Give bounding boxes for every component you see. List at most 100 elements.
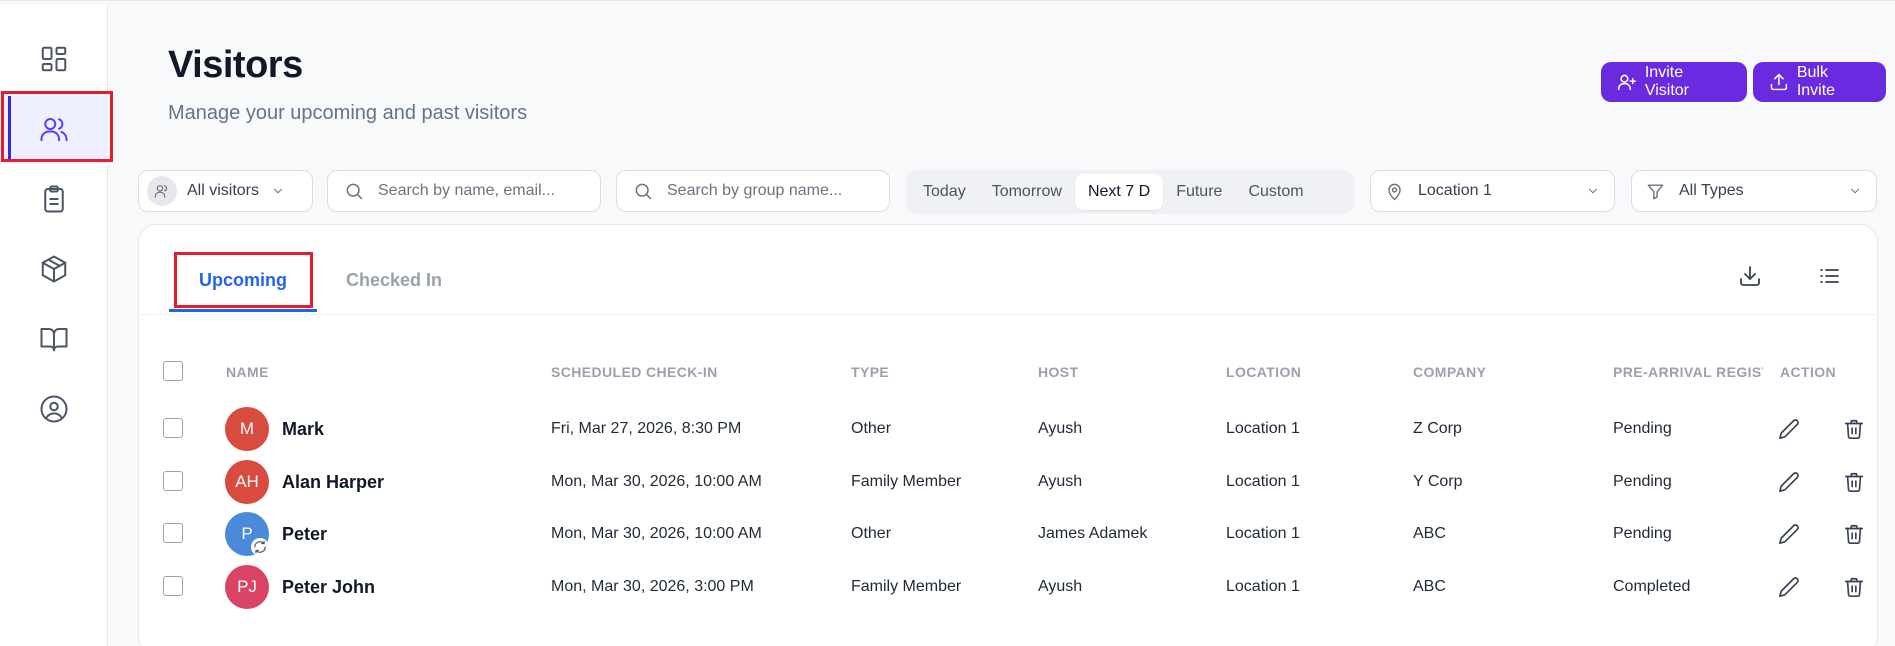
edit-button[interactable] [1776, 574, 1802, 600]
tab-divider [138, 314, 1878, 315]
row-checkbox[interactable] [163, 523, 183, 543]
edit-button[interactable] [1776, 521, 1802, 547]
user-circle-icon [40, 395, 68, 423]
scheduled-checkin: Mon, Mar 30, 2026, 3:00 PM [551, 578, 754, 595]
visitor-scope-dropdown[interactable]: All visitors [138, 170, 313, 212]
scheduled-checkin: Fri, Mar 27, 2026, 8:30 PM [551, 420, 742, 437]
users-icon [147, 176, 177, 206]
map-pin-icon [1388, 183, 1401, 200]
tab-upcoming[interactable]: Upcoming [199, 270, 287, 291]
sidebar-item-logs[interactable] [0, 164, 108, 234]
top-border [0, 0, 1895, 4]
sidebar [0, 4, 108, 646]
location: Location 1 [1226, 525, 1300, 542]
date-range-tomorrow[interactable]: Tomorrow [979, 174, 1075, 210]
refresh-icon [254, 540, 266, 554]
visitor-name: Mark [282, 419, 325, 439]
column-header-location[interactable]: LOCATION [1226, 364, 1301, 380]
edit-button[interactable] [1776, 469, 1802, 495]
scheduled-checkin: Mon, Mar 30, 2026, 10:00 AM [551, 473, 762, 490]
sidebar-item-dashboard[interactable] [0, 24, 108, 94]
search-group-placeholder: Search by group name... [667, 182, 843, 199]
column-header-action: ACTION [1780, 364, 1837, 380]
visitor-type: Other [851, 420, 892, 437]
host: Ayush [1038, 473, 1083, 490]
date-range-next-7-days[interactable]: Next 7 D [1074, 174, 1164, 210]
type-value: All Types [1679, 182, 1744, 199]
search-group-input[interactable]: Search by group name... [616, 170, 890, 212]
date-range-custom[interactable]: Custom [1235, 174, 1316, 210]
search-icon [635, 183, 652, 200]
pre-arrival-status: Pending [1613, 525, 1672, 542]
delete-button[interactable] [1841, 574, 1867, 600]
row-checkbox[interactable] [163, 576, 183, 596]
page-title: Visitors [168, 44, 303, 86]
sidebar-item-deliveries[interactable] [0, 234, 108, 304]
trash-icon [1844, 577, 1864, 597]
pre-arrival-status: Pending [1613, 420, 1672, 437]
host: James Adamek [1038, 525, 1148, 542]
delete-button[interactable] [1841, 521, 1867, 547]
visitor-name: Peter [282, 524, 328, 544]
column-header-type[interactable]: TYPE [851, 364, 889, 380]
tab-checked-in[interactable]: Checked In [346, 270, 442, 291]
select-all-checkbox[interactable] [163, 361, 183, 381]
column-settings-button[interactable] [1811, 258, 1847, 294]
clipboard-icon [44, 185, 64, 213]
sidebar-item-guides[interactable] [0, 304, 108, 374]
visitor-scope-value: All visitors [187, 182, 260, 199]
chevron-down-icon [1850, 188, 1860, 194]
sidebar-item-profile[interactable] [0, 374, 108, 444]
column-header-host[interactable]: HOST [1038, 364, 1079, 380]
invite-visitor-button[interactable]: Invite Visitor [1601, 62, 1747, 102]
location-dropdown[interactable]: Location 1 [1370, 170, 1615, 212]
sidebar-item-visitors[interactable] [0, 94, 108, 164]
pre-arrival-status: Completed [1613, 578, 1691, 595]
pencil-icon [1779, 524, 1799, 544]
delete-button[interactable] [1841, 416, 1867, 442]
filter-icon [1647, 183, 1664, 199]
tab-active-underline [169, 309, 317, 312]
page-subtitle: Manage your upcoming and past visitors [168, 102, 528, 124]
column-header-checkin[interactable]: SCHEDULED CHECK-IN [551, 364, 718, 380]
download-button[interactable] [1732, 258, 1768, 294]
pencil-icon [1779, 577, 1799, 597]
active-indicator [8, 96, 11, 162]
search-name-input[interactable]: Search by name, email... [327, 170, 601, 212]
company: ABC [1413, 578, 1446, 595]
column-header-pre-arrival[interactable]: PRE-ARRIVAL REGISTI [1613, 364, 1763, 380]
visitor-type: Family Member [851, 578, 962, 595]
company: Y Corp [1413, 473, 1463, 490]
location: Location 1 [1226, 578, 1300, 595]
row-checkbox[interactable] [163, 471, 183, 491]
host: Ayush [1038, 420, 1083, 437]
recurring-badge [251, 538, 269, 556]
location-value: Location 1 [1418, 182, 1492, 199]
location: Location 1 [1226, 420, 1300, 437]
chevron-down-icon [273, 188, 283, 194]
delete-button[interactable] [1841, 469, 1867, 495]
search-name-placeholder: Search by name, email... [378, 182, 555, 199]
bulk-invite-button[interactable]: Bulk Invite [1753, 62, 1886, 102]
list-icon [1820, 269, 1839, 283]
host: Ayush [1038, 578, 1083, 595]
avatar: AH [225, 460, 269, 504]
date-range-future[interactable]: Future [1163, 174, 1235, 210]
visitor-name: Peter John [282, 577, 376, 597]
type-dropdown[interactable]: All Types [1631, 170, 1877, 212]
row-checkbox[interactable] [163, 418, 183, 438]
date-range-today[interactable]: Today [910, 174, 979, 210]
visitor-name: Alan Harper [282, 472, 385, 492]
visitor-type: Other [851, 525, 892, 542]
visitor-type: Family Member [851, 473, 962, 490]
company: ABC [1413, 525, 1446, 542]
column-header-company[interactable]: COMPANY [1413, 364, 1486, 380]
company: Z Corp [1413, 420, 1462, 437]
location: Location 1 [1226, 473, 1300, 490]
edit-button[interactable] [1776, 416, 1802, 442]
trash-icon [1844, 419, 1864, 439]
column-header-name[interactable]: NAME [226, 364, 269, 380]
trash-icon [1844, 524, 1864, 544]
scheduled-checkin: Mon, Mar 30, 2026, 10:00 AM [551, 525, 762, 542]
trash-icon [1844, 472, 1864, 492]
